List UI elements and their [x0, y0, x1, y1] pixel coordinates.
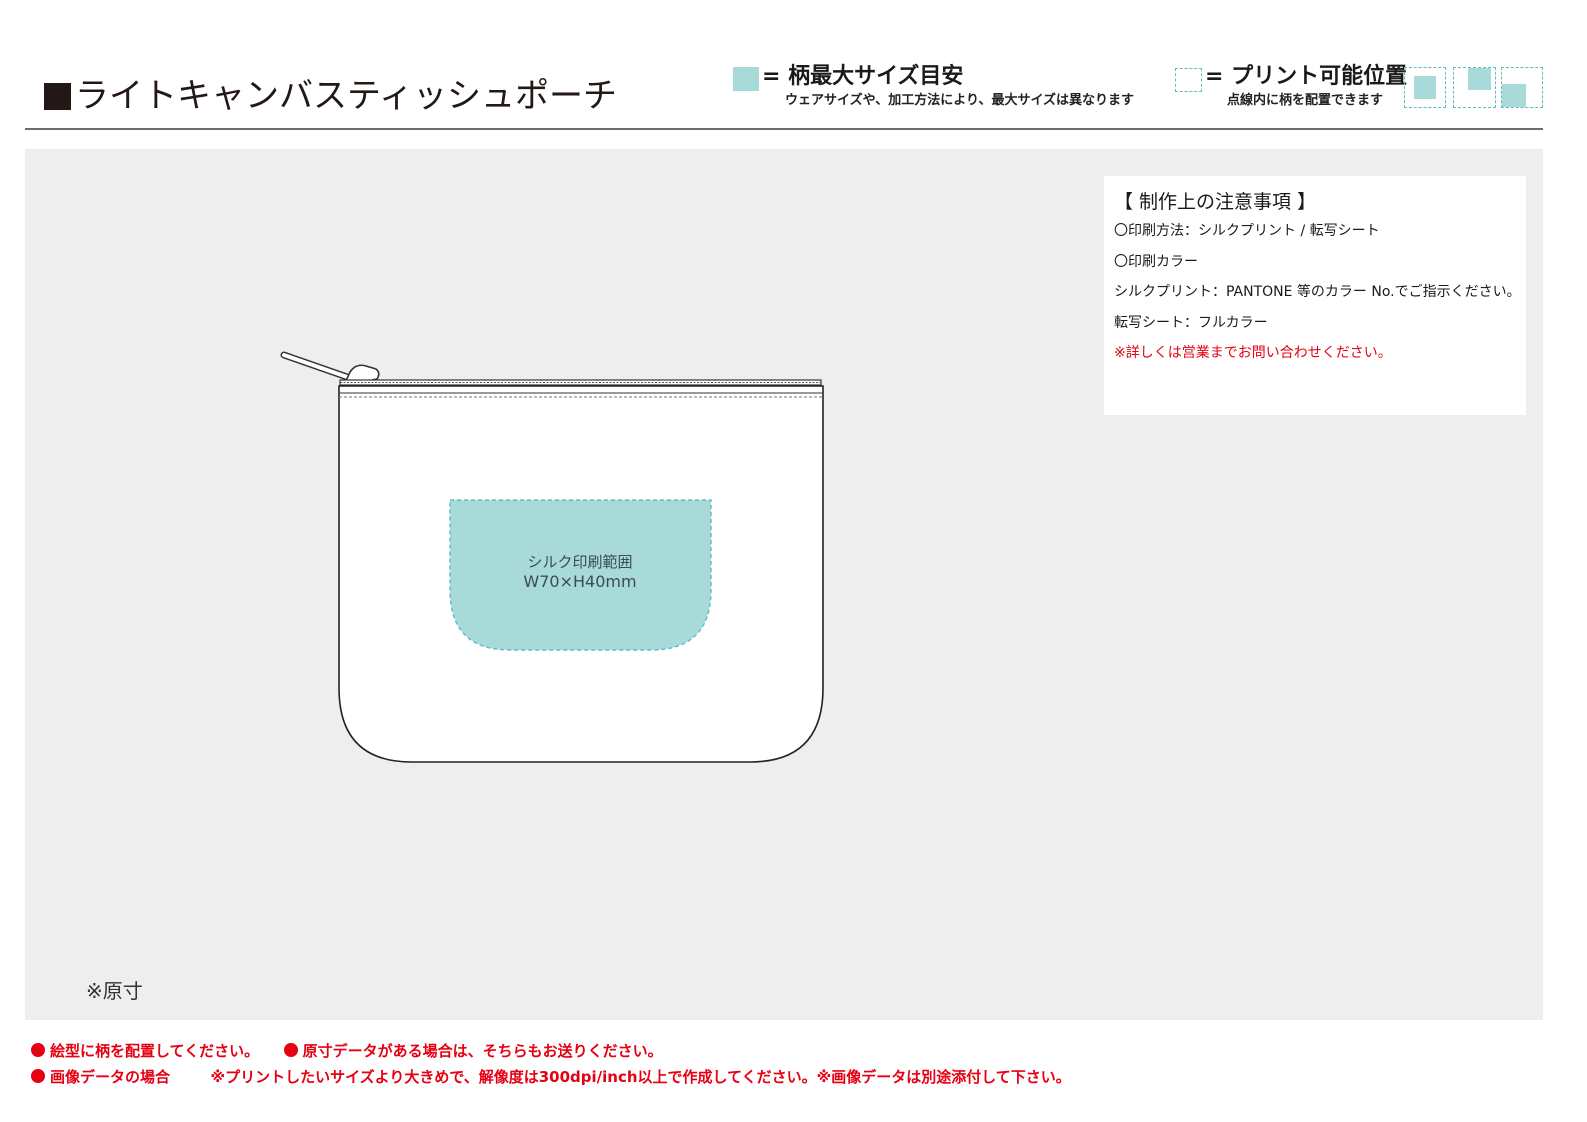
placement-example-bottom-icon — [1501, 67, 1543, 108]
footer-item: 絵型に柄を配置してください。 — [50, 1042, 260, 1060]
placement-example-top-icon — [1453, 67, 1496, 108]
print-area-method: シルク印刷範囲 — [527, 553, 633, 571]
footer-item: 原寸データがある場合は、そちらもお送りください。 — [302, 1042, 663, 1060]
max-size-swatch-icon — [733, 67, 759, 91]
title-square-icon — [44, 83, 71, 110]
legend-max-size-note: ウェアサイズや、加工方法により、最大サイズは異なります — [785, 93, 1135, 108]
print-area-label: シルク印刷範囲 W70×H40mm — [480, 552, 680, 592]
legend-printable-label: = プリント可能位置 — [1205, 64, 1408, 89]
bullet-icon — [31, 1069, 45, 1083]
bullet-icon — [283, 1043, 298, 1057]
notes-line: 〇印刷方法：シルクプリント / 転写シート — [1114, 223, 1380, 239]
footer-line-1: 絵型に柄を配置してください。 原寸データがある場合は、そちらもお送りください。 — [31, 1040, 663, 1062]
legend-max-size-label: = 柄最大サイズ目安 — [762, 64, 964, 89]
legend-printable-note: 点線内に柄を配置できます — [1227, 93, 1384, 108]
notes-warning: ※詳しくは営業までお問い合わせください。 — [1114, 345, 1392, 361]
notes-line: 〇印刷カラー — [1114, 253, 1198, 270]
notes-heading: 【 制作上の注意事項 】 — [1114, 191, 1317, 213]
printable-position-dashed-icon — [1175, 68, 1202, 92]
production-notes-panel: 【 制作上の注意事項 】 〇印刷方法：シルクプリント / 転写シート 〇印刷カラ… — [1104, 176, 1526, 415]
footer-item: 画像データの場合 — [50, 1068, 171, 1086]
bullet-icon — [31, 1043, 45, 1057]
actual-size-note: ※原寸 — [86, 979, 143, 1003]
page-title: ライトキャンバスティッシュポーチ — [44, 74, 617, 118]
header-divider — [25, 128, 1543, 130]
page-title-text: ライトキャンバスティッシュポーチ — [75, 76, 617, 116]
print-area-size: W70×H40mm — [523, 572, 637, 591]
placement-example-center-icon — [1404, 67, 1446, 108]
footer-line-2: 画像データの場合 ※プリントしたいサイズより大きめで、解像度は300dpi/in… — [31, 1066, 1071, 1088]
footer-detail: ※プリントしたいサイズより大きめで、解像度は300dpi/inch以上で作成して… — [210, 1068, 1071, 1086]
notes-line: 転写シート：フルカラー — [1114, 314, 1268, 331]
notes-line: シルクプリント：PANTONE 等のカラー No.でご指示ください。 — [1114, 284, 1521, 300]
